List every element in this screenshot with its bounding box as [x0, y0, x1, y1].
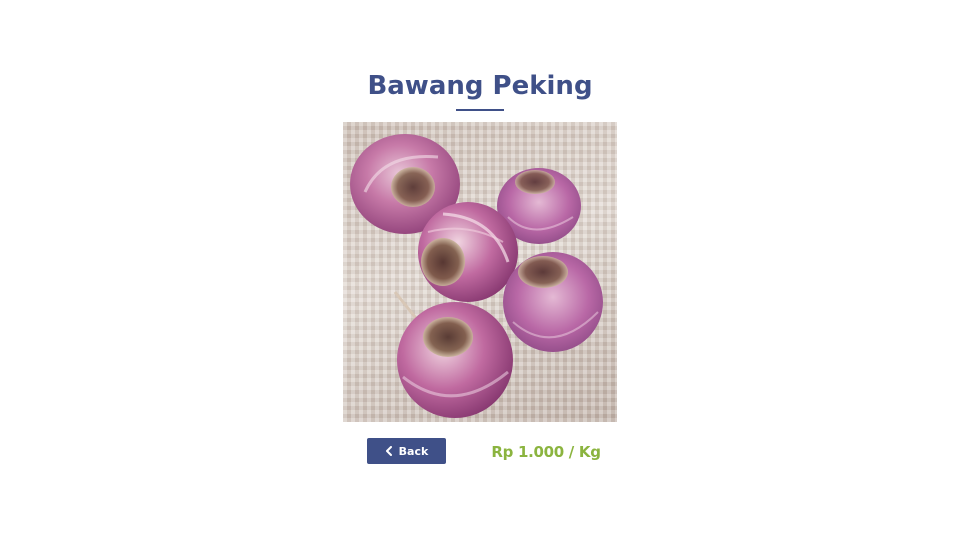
onion-right: [503, 252, 603, 352]
back-button[interactable]: Back: [367, 438, 446, 464]
product-price: Rp 1.000 / Kg: [491, 443, 601, 461]
onion-center: [418, 202, 518, 302]
chevron-left-icon: [385, 446, 392, 456]
product-detail-page: Bawang Peking Back Rp 1.000 / Kg: [0, 0, 960, 540]
product-title: Bawang Peking: [367, 71, 593, 101]
onion-bottom: [393, 291, 513, 418]
back-button-label: Back: [398, 444, 429, 458]
title-underline: [456, 109, 504, 111]
product-image: [343, 122, 617, 422]
